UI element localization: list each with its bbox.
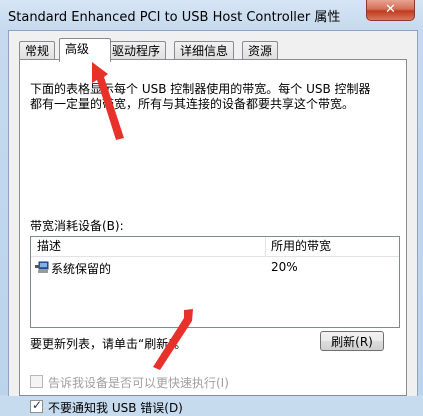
bandwidth-consumers-label: 带宽消耗设备(B): — [30, 219, 124, 233]
tab-general[interactable]: 常规 — [19, 41, 56, 60]
tab-driver[interactable]: 驱动程序 — [106, 41, 167, 60]
list-item[interactable]: 系统保留的 20% — [31, 259, 399, 277]
usb-controller-icon — [35, 261, 49, 274]
tab-resources[interactable]: 资源 — [242, 41, 279, 60]
notify-performance-label: 告诉我设备是否可以更快速执行(I) — [48, 376, 229, 390]
advanced-tab-panel: 下面的表格显示每个 USB 控制器使用的带宽。每个 USB 控制器 都有一定量的… — [19, 59, 407, 415]
description-line-2: 都有一定量的带宽，所有与其连接的设备都要共享这个带宽。 — [30, 97, 355, 111]
description-line-1: 下面的表格显示每个 USB 控制器使用的带宽。每个 USB 控制器 — [30, 82, 371, 96]
device-bandwidth: 20% — [271, 260, 298, 274]
properties-dialog: Standard Enhanced PCI to USB Host Contro… — [0, 0, 423, 415]
notify-performance-checkbox[interactable] — [30, 375, 43, 388]
column-header-bandwidth[interactable]: 所用的带宽 — [265, 237, 399, 256]
tab-details[interactable]: 详细信息 — [174, 41, 235, 60]
suppress-usb-errors-checkbox[interactable]: ✓ — [30, 398, 43, 413]
close-icon: ✕ — [385, 2, 396, 17]
refresh-button[interactable]: 刷新(R) — [320, 331, 384, 351]
bandwidth-description: 下面的表格显示每个 USB 控制器使用的带宽。每个 USB 控制器 都有一定量的… — [30, 82, 400, 112]
refresh-hint: 要更新列表，请单击“刷新”。 — [30, 337, 187, 351]
device-name: 系统保留的 — [51, 262, 112, 276]
dialog-client-area: 常规 高级 驱动程序 详细信息 资源 下面的表格显示每个 USB 控制器使用的带… — [8, 30, 418, 415]
checkmark-icon: ✓ — [32, 398, 43, 412]
suppress-usb-errors-label: 不要通知我 USB 错误(D) — [48, 401, 183, 415]
tab-advanced[interactable]: 高级 — [59, 38, 111, 62]
list-header: 描述 所用的带宽 — [31, 237, 399, 257]
title-bar: Standard Enhanced PCI to USB Host Contro… — [0, 0, 423, 30]
close-button[interactable]: ✕ — [366, 0, 415, 21]
column-header-description[interactable]: 描述 — [31, 237, 266, 256]
bandwidth-list[interactable]: 描述 所用的带宽 系统保留的 20% — [30, 236, 400, 328]
window-title: Standard Enhanced PCI to USB Host Contro… — [8, 10, 341, 25]
